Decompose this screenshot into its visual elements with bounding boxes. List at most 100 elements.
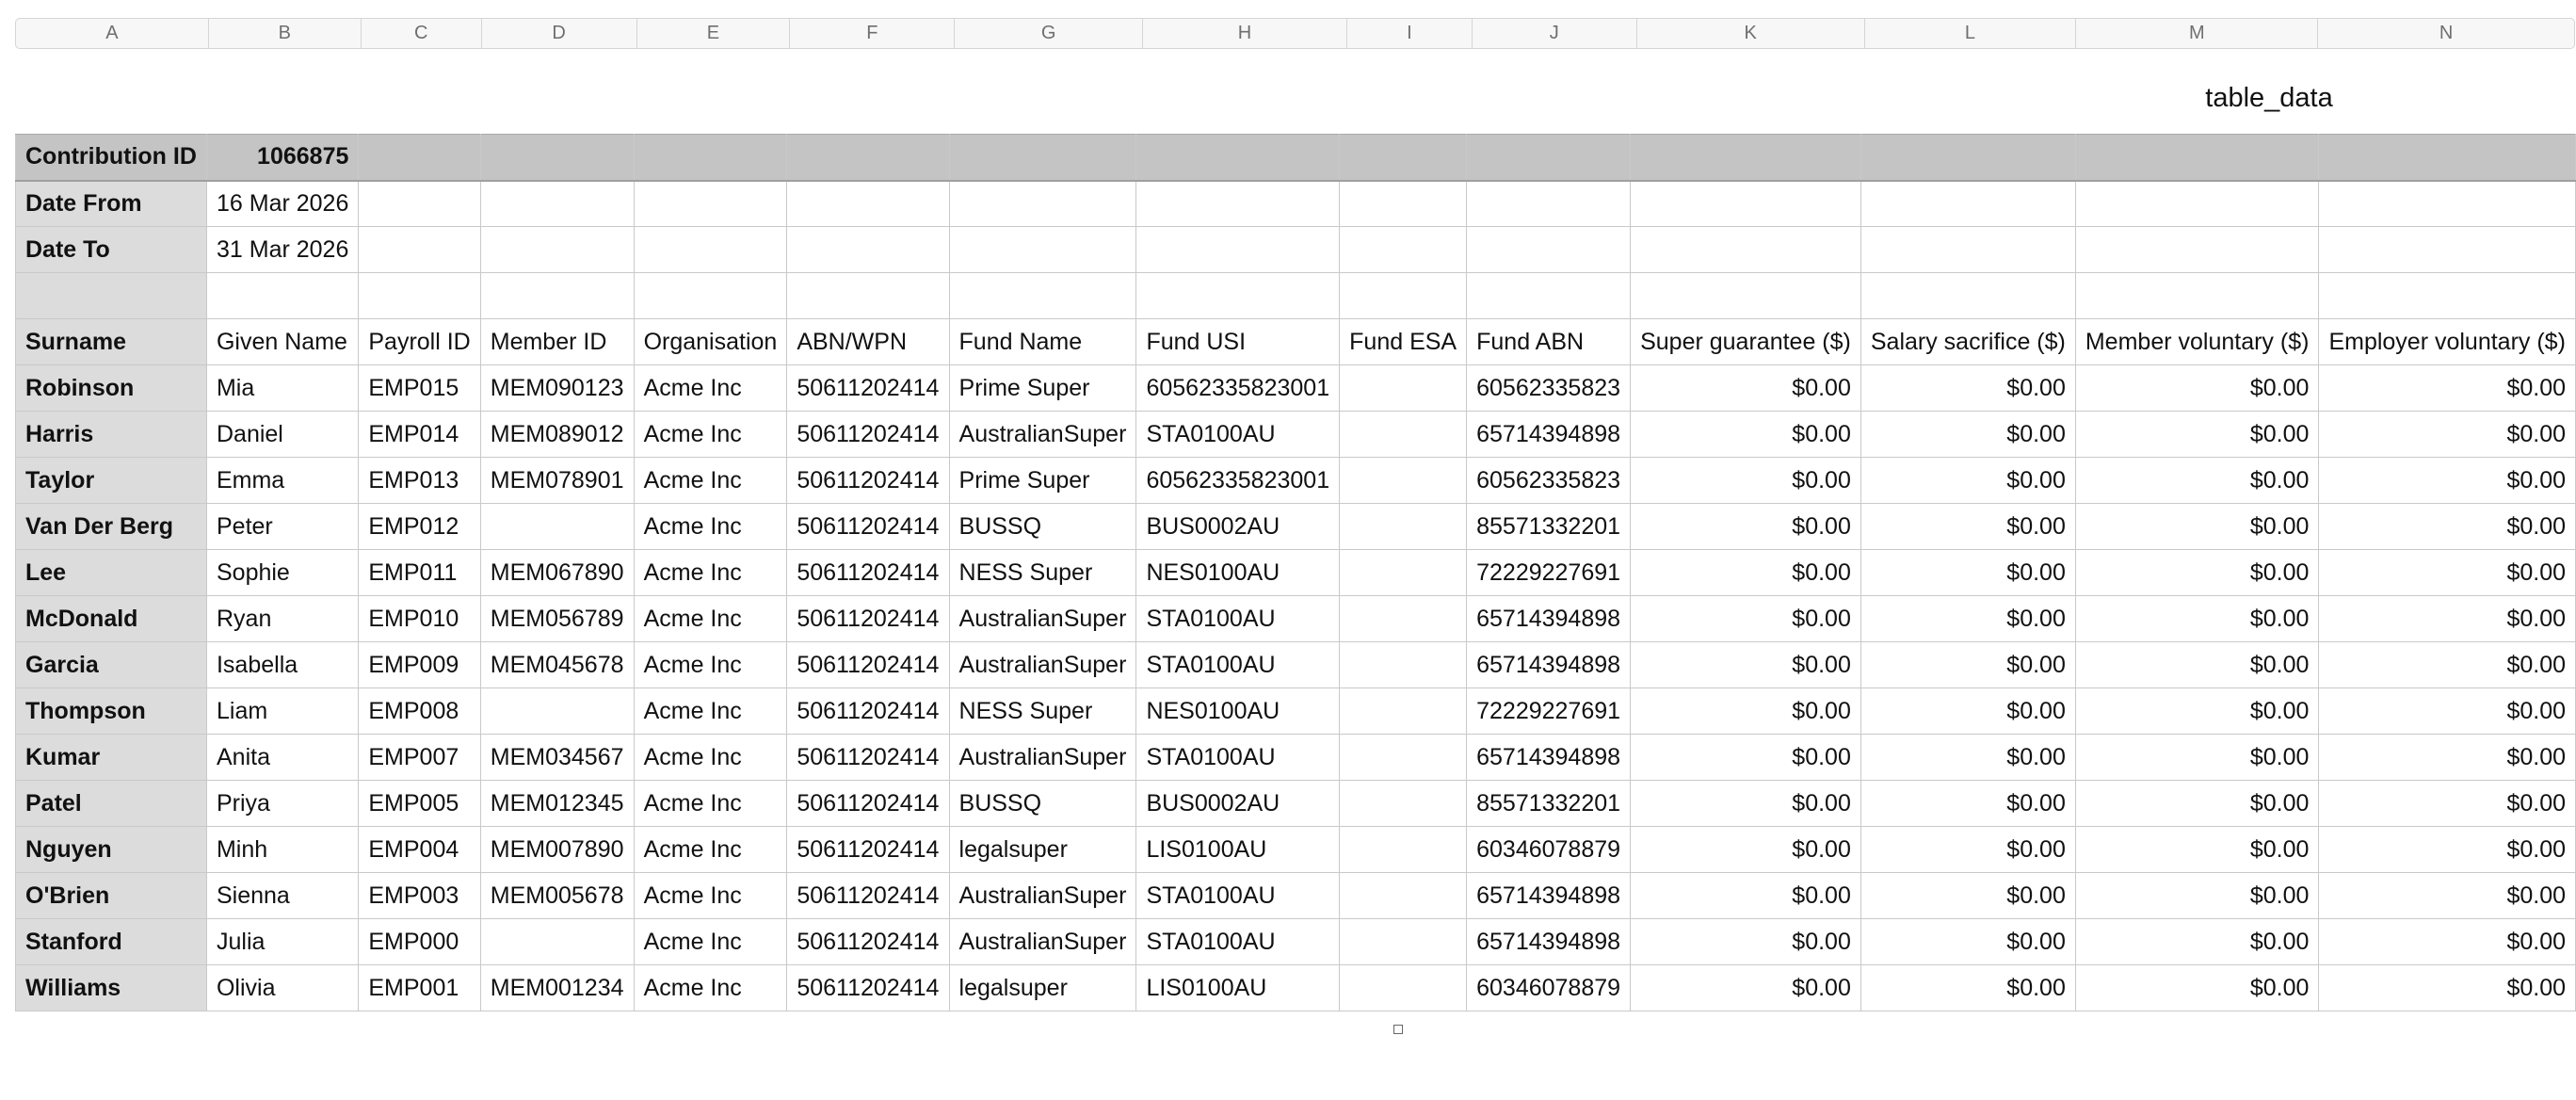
table-cell[interactable]: 85571332201 — [1466, 503, 1632, 550]
empty-cell[interactable] — [2074, 134, 2320, 182]
table-cell[interactable]: $0.00 — [2318, 457, 2576, 504]
column-heading[interactable]: Organisation — [633, 318, 788, 365]
contribution-id-value[interactable]: 1066875 — [205, 134, 360, 182]
table-cell[interactable]: EMP013 — [358, 457, 481, 504]
table-cell[interactable]: BUS0002AU — [1135, 780, 1341, 827]
table-cell[interactable] — [479, 918, 635, 965]
table-cell[interactable]: 50611202414 — [786, 826, 950, 873]
column-heading[interactable]: ABN/WPN — [786, 318, 950, 365]
table-cell[interactable]: 65714394898 — [1466, 411, 1632, 458]
table-cell[interactable]: MEM090123 — [479, 364, 635, 412]
table-cell[interactable]: $0.00 — [2318, 688, 2576, 735]
table-cell[interactable]: Lee — [15, 549, 207, 596]
table-cell[interactable]: AustralianSuper — [948, 734, 1137, 781]
empty-cell[interactable] — [358, 134, 481, 182]
column-letter[interactable]: F — [790, 19, 956, 48]
empty-cell[interactable] — [1630, 180, 1861, 227]
table-cell[interactable]: Ryan — [205, 595, 360, 642]
table-cell[interactable]: Prime Super — [948, 364, 1137, 412]
empty-cell[interactable] — [2318, 272, 2576, 319]
table-cell[interactable]: STA0100AU — [1135, 595, 1341, 642]
table-cell[interactable]: $0.00 — [1860, 457, 2076, 504]
empty-cell[interactable] — [1135, 180, 1341, 227]
table-cell[interactable]: $0.00 — [1630, 411, 1861, 458]
table-cell[interactable]: EMP000 — [358, 918, 481, 965]
table-cell[interactable]: STA0100AU — [1135, 641, 1341, 688]
table-cell[interactable]: $0.00 — [1860, 688, 2076, 735]
table-cell[interactable]: STA0100AU — [1135, 411, 1341, 458]
table-cell[interactable]: Acme Inc — [633, 364, 788, 412]
table-cell[interactable]: 50611202414 — [786, 688, 950, 735]
column-heading[interactable]: Given Name — [205, 318, 360, 365]
table-cell[interactable]: $0.00 — [2318, 964, 2576, 1011]
table-cell[interactable]: Nguyen — [15, 826, 207, 873]
table-cell[interactable] — [1339, 549, 1468, 596]
table-cell[interactable]: 60346078879 — [1466, 964, 1632, 1011]
empty-cell[interactable] — [2318, 180, 2576, 227]
table-cell[interactable]: $0.00 — [1860, 503, 2076, 550]
table-cell[interactable]: MEM001234 — [479, 964, 635, 1011]
column-letter[interactable]: I — [1347, 19, 1473, 48]
date-from-value[interactable]: 16 Mar 2026 — [205, 180, 360, 227]
blank-label-cell[interactable] — [15, 272, 207, 319]
table-cell[interactable] — [1339, 964, 1468, 1011]
date-to-label[interactable]: Date To — [15, 226, 207, 273]
table-cell[interactable] — [1339, 688, 1468, 735]
table-cell[interactable]: Harris — [15, 411, 207, 458]
column-letter[interactable]: L — [1865, 19, 2077, 48]
contribution-id-label[interactable]: Contribution ID — [15, 134, 207, 182]
empty-cell[interactable] — [1630, 226, 1861, 273]
table-cell[interactable]: MEM012345 — [479, 780, 635, 827]
table-cell[interactable]: Acme Inc — [633, 688, 788, 735]
table-cell[interactable]: McDonald — [15, 595, 207, 642]
table-cell[interactable]: $0.00 — [1630, 364, 1861, 412]
table-cell[interactable]: Sienna — [205, 872, 360, 919]
table-cell[interactable]: 50611202414 — [786, 780, 950, 827]
table-cell[interactable]: $0.00 — [1860, 964, 2076, 1011]
table-cell[interactable]: $0.00 — [2074, 872, 2320, 919]
table-cell[interactable]: MEM078901 — [479, 457, 635, 504]
table-cell[interactable]: $0.00 — [2318, 826, 2576, 873]
table-cell[interactable]: 50611202414 — [786, 364, 950, 412]
blank-cell[interactable] — [205, 272, 360, 319]
table-cell[interactable]: $0.00 — [1860, 872, 2076, 919]
table-cell[interactable]: Acme Inc — [633, 503, 788, 550]
table-cell[interactable]: Prime Super — [948, 457, 1137, 504]
empty-cell[interactable] — [1135, 272, 1341, 319]
table-cell[interactable]: Acme Inc — [633, 734, 788, 781]
table-cell[interactable]: EMP003 — [358, 872, 481, 919]
column-letter[interactable]: G — [955, 19, 1144, 48]
table-cell[interactable]: EMP014 — [358, 411, 481, 458]
table-cell[interactable] — [1339, 734, 1468, 781]
empty-cell[interactable] — [1135, 134, 1341, 182]
table-cell[interactable]: $0.00 — [1630, 826, 1861, 873]
empty-cell[interactable] — [479, 134, 635, 182]
table-cell[interactable]: STA0100AU — [1135, 872, 1341, 919]
table-resize-handle[interactable] — [1393, 1025, 1403, 1034]
table-cell[interactable] — [1339, 780, 1468, 827]
table-cell[interactable]: 65714394898 — [1466, 872, 1632, 919]
table-cell[interactable]: EMP010 — [358, 595, 481, 642]
table-cell[interactable]: 50611202414 — [786, 872, 950, 919]
table-cell[interactable]: 50611202414 — [786, 503, 950, 550]
table-cell[interactable]: EMP004 — [358, 826, 481, 873]
empty-cell[interactable] — [948, 180, 1137, 227]
table-cell[interactable]: $0.00 — [1860, 780, 2076, 827]
table-cell[interactable]: $0.00 — [2074, 457, 2320, 504]
table-cell[interactable]: Acme Inc — [633, 872, 788, 919]
table-cell[interactable]: NESS Super — [948, 549, 1137, 596]
table-cell[interactable] — [479, 688, 635, 735]
column-heading[interactable]: Payroll ID — [358, 318, 481, 365]
table-cell[interactable]: MEM056789 — [479, 595, 635, 642]
empty-cell[interactable] — [1466, 226, 1632, 273]
column-heading[interactable]: Employer voluntary ($) — [2318, 318, 2576, 365]
table-cell[interactable]: $0.00 — [2318, 641, 2576, 688]
table-cell[interactable]: NES0100AU — [1135, 549, 1341, 596]
empty-cell[interactable] — [633, 272, 788, 319]
table-cell[interactable]: AustralianSuper — [948, 411, 1137, 458]
table-cell[interactable]: $0.00 — [2074, 964, 2320, 1011]
table-cell[interactable]: EMP012 — [358, 503, 481, 550]
table-cell[interactable]: Acme Inc — [633, 826, 788, 873]
table-cell[interactable] — [1339, 457, 1468, 504]
table-cell[interactable]: Robinson — [15, 364, 207, 412]
